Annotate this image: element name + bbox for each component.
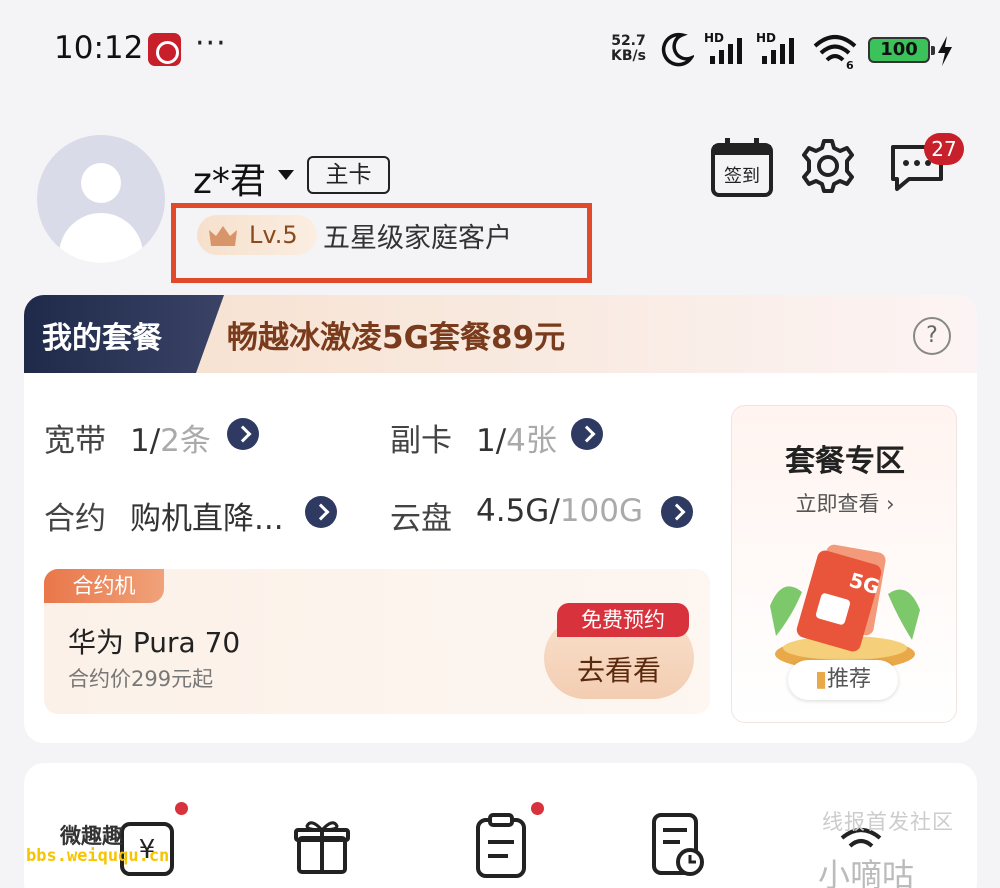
subcard-chevron-icon[interactable]: [571, 418, 603, 450]
phone-price: 合约价299元起: [68, 667, 214, 691]
status-time: 10:12: [54, 30, 144, 66]
broadband-chevron-icon[interactable]: [227, 418, 259, 450]
contract-phone-tag: 合约机: [44, 569, 164, 603]
status-bar: 10:12 ··· 52.7 KB/s HD HD 6 100: [0, 0, 1000, 100]
crown-icon: [209, 226, 237, 246]
moon-icon: [661, 32, 694, 67]
phone-name: 华为 Pura 70: [68, 626, 241, 659]
chevron-down-icon[interactable]: [278, 170, 294, 180]
contract-value[interactable]: 购机直降...: [130, 493, 284, 538]
watermark-brand: 小嘀咕: [818, 856, 915, 888]
bill-history-icon[interactable]: [650, 812, 706, 878]
settings-gear-icon[interactable]: [800, 138, 856, 194]
level-text: Lv.5: [249, 221, 298, 249]
thumbs-up-icon: ▮: [814, 667, 828, 692]
contract-label: 合约: [44, 501, 106, 537]
message-count-badge: 27: [924, 133, 964, 165]
watermark-forum: 线报首发社区: [822, 810, 954, 834]
help-icon[interactable]: ?: [913, 317, 951, 355]
notification-dot: [175, 802, 188, 815]
gift-icon[interactable]: [293, 818, 351, 876]
net-speed-unit: KB/s: [611, 48, 646, 64]
cloud-value[interactable]: 4.5G/100G: [476, 493, 643, 529]
more-notifications-icon: ···: [195, 26, 227, 61]
plan-zone-card[interactable]: 套餐专区 立即查看 › 5G ▮推荐: [731, 405, 957, 723]
signal-icon-2: HD: [756, 31, 794, 64]
charging-icon: [938, 36, 952, 66]
notification-dot-2: [531, 802, 544, 815]
card-type-badge: 主卡: [307, 156, 390, 194]
wifi-icon: 6: [813, 35, 857, 70]
my-plan-label: 我的套餐: [42, 321, 162, 356]
user-name[interactable]: z*君: [193, 152, 266, 204]
subcard-value[interactable]: 1/4张: [476, 415, 557, 460]
plan-card: 我的套餐 畅越冰激凌5G套餐89元 ? 宽带 1/2条 副卡 1/4张 合约 购…: [24, 295, 977, 743]
contract-chevron-icon[interactable]: [305, 496, 337, 528]
cloud-label: 云盘: [390, 501, 452, 537]
avatar[interactable]: [37, 135, 165, 263]
plan-zone-title: 套餐专区: [785, 444, 905, 479]
net-speed-value: 52.7: [611, 33, 646, 49]
broadband-value[interactable]: 1/2条: [130, 415, 211, 460]
bank-app-icon: [148, 33, 181, 66]
checkin-calendar-icon[interactable]: 签到: [709, 137, 775, 197]
plan-header[interactable]: 我的套餐 畅越冰激凌5G套餐89元 ?: [24, 295, 977, 373]
plan-zone-link[interactable]: 立即查看 ›: [732, 488, 958, 518]
free-reserve-tag: 免费预约: [557, 603, 689, 637]
signal-icon: HD: [704, 31, 742, 64]
recommend-pill: ▮推荐: [788, 660, 898, 700]
battery-icon: 100: [868, 37, 935, 63]
net-speed: 52.7 KB/s: [611, 34, 646, 64]
watermark-site: bbs.weiququ.cn: [26, 846, 170, 866]
level-title: 五星级家庭客户: [323, 223, 512, 254]
subcard-label: 副卡: [390, 423, 452, 459]
plan-name: 畅越冰激凌5G套餐89元: [227, 320, 566, 356]
svg-text:6: 6: [846, 59, 854, 70]
checkin-label: 签到: [724, 166, 760, 187]
clipboard-icon[interactable]: [474, 812, 528, 878]
sim-card-5g-icon: 5G: [770, 544, 920, 670]
contract-phone-card[interactable]: 合约机 华为 Pura 70 合约价299元起 去看看 免费预约: [44, 569, 710, 714]
broadband-label: 宽带: [44, 423, 106, 459]
level-badge[interactable]: Lv.5: [197, 215, 317, 255]
cloud-chevron-icon[interactable]: [661, 496, 693, 528]
svg-text:HD: HD: [756, 31, 776, 45]
svg-text:HD: HD: [704, 31, 724, 45]
